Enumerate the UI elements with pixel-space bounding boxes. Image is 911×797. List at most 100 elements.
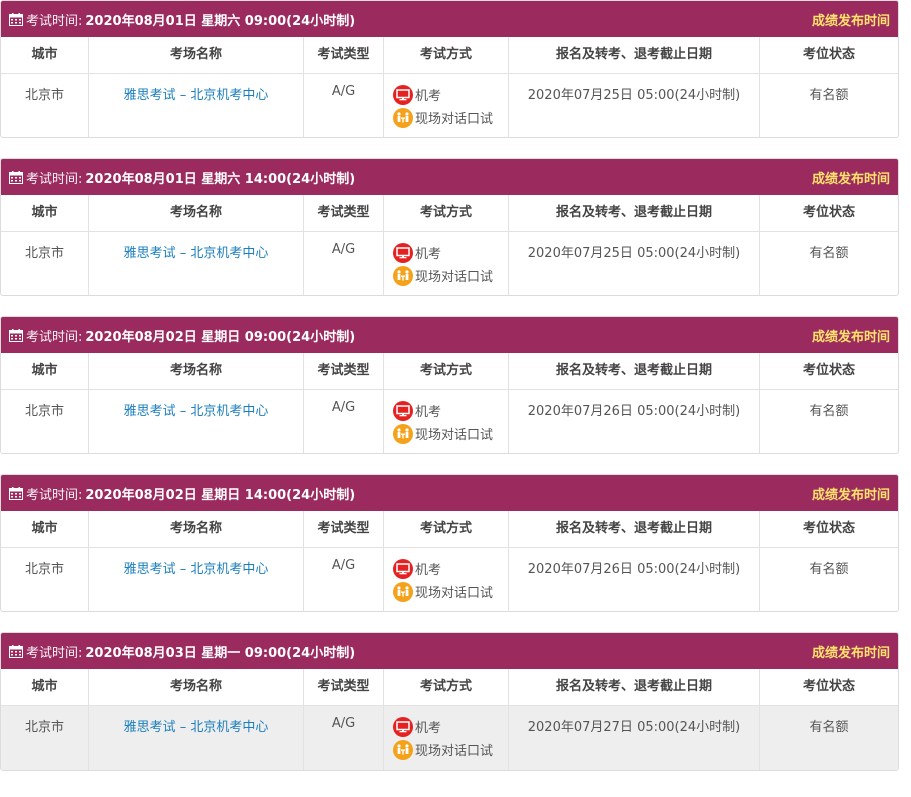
column-header-city: 城市 (1, 195, 89, 231)
deadline-cell: 2020年07月26日 05:00(24小时制) (509, 390, 760, 453)
deadline-cell: 2020年07月27日 05:00(24小时制) (509, 706, 760, 770)
exam-time-label: 考试时间: (26, 13, 83, 29)
column-header-status: 考位状态 (802, 47, 855, 62)
computer-mode: 机考 (393, 241, 508, 264)
exam-type-cell: A/G (304, 390, 384, 453)
column-header-city: 城市 (1, 353, 89, 389)
venue-cell: 雅思考试 – 北京机考中心 (89, 232, 304, 295)
exam-session-card: 考试时间: 2020年08月02日 星期日 14:00(24小时制) 成绩发布时… (0, 474, 899, 612)
session-header: 考试时间: 2020年08月01日 星期六 14:00(24小时制) 成绩发布时… (1, 159, 898, 195)
computer-icon (393, 400, 413, 421)
computer-mode: 机考 (393, 399, 508, 422)
column-header-mode: 考试方式 (384, 511, 509, 547)
seat-status-cell: 有名额 (809, 88, 849, 103)
computer-icon (393, 716, 413, 737)
venue-cell: 雅思考试 – 北京机考中心 (89, 706, 304, 770)
calendar-icon (9, 486, 23, 500)
column-header-type: 考试类型 (304, 511, 384, 547)
venue-link[interactable]: 雅思考试 – 北京机考中心 (124, 720, 269, 735)
column-header-city: 城市 (1, 37, 89, 73)
table-row: 北京市 雅思考试 – 北京机考中心 A/G 机考 现场对话口试 2020年07月… (1, 74, 898, 137)
table-row: 北京市 雅思考试 – 北京机考中心 A/G 机考 现场对话口试 2020年07月… (1, 548, 898, 611)
computer-mode-label: 机考 (415, 247, 442, 262)
column-header-status: 考位状态 (802, 363, 855, 378)
computer-icon (393, 558, 413, 579)
exam-time-label: 考试时间: (26, 487, 83, 503)
column-header-venue: 考场名称 (89, 353, 304, 389)
session-header: 考试时间: 2020年08月03日 星期一 09:00(24小时制) 成绩发布时… (1, 633, 898, 669)
exam-mode-cell: 机考 现场对话口试 (384, 232, 509, 295)
results-release-time-link[interactable]: 成绩发布时间 (812, 484, 890, 503)
exam-session-list: 考试时间: 2020年08月01日 星期六 09:00(24小时制) 成绩发布时… (0, 0, 899, 771)
table-header-row: 城市 考场名称 考试类型 考试方式 报名及转考、退考截止日期 考位状态 (1, 669, 898, 706)
speaking-test-icon (393, 581, 413, 602)
city-cell: 北京市 (1, 74, 89, 137)
table-header-row: 城市 考场名称 考试类型 考试方式 报名及转考、退考截止日期 考位状态 (1, 37, 898, 74)
deadline-cell: 2020年07月25日 05:00(24小时制) (509, 74, 760, 137)
exam-time-value: 2020年08月02日 星期日 14:00(24小时制) (85, 487, 356, 503)
table-header-row: 城市 考场名称 考试类型 考试方式 报名及转考、退考截止日期 考位状态 (1, 511, 898, 548)
exam-session-card: 考试时间: 2020年08月01日 星期六 09:00(24小时制) 成绩发布时… (0, 0, 899, 138)
speaking-mode-label: 现场对话口试 (415, 270, 494, 285)
speaking-mode: 现场对话口试 (393, 580, 508, 603)
venue-link[interactable]: 雅思考试 – 北京机考中心 (124, 404, 269, 419)
table-row: 北京市 雅思考试 – 北京机考中心 A/G 机考 现场对话口试 2020年07月… (1, 706, 898, 770)
exam-mode-cell: 机考 现场对话口试 (384, 390, 509, 453)
exam-time-value: 2020年08月01日 星期六 09:00(24小时制) (85, 13, 356, 29)
table-header-row: 城市 考场名称 考试类型 考试方式 报名及转考、退考截止日期 考位状态 (1, 195, 898, 232)
exam-time-label: 考试时间: (26, 645, 83, 661)
calendar-icon (9, 644, 23, 658)
column-header-deadline: 报名及转考、退考截止日期 (509, 669, 760, 705)
results-release-time-link[interactable]: 成绩发布时间 (812, 10, 890, 29)
results-release-time-link[interactable]: 成绩发布时间 (812, 168, 890, 187)
venue-link[interactable]: 雅思考试 – 北京机考中心 (124, 562, 269, 577)
exam-session-card: 考试时间: 2020年08月02日 星期日 09:00(24小时制) 成绩发布时… (0, 316, 899, 454)
column-header-status: 考位状态 (802, 521, 855, 536)
venue-link[interactable]: 雅思考试 – 北京机考中心 (124, 246, 269, 261)
computer-icon (393, 242, 413, 263)
deadline-cell: 2020年07月25日 05:00(24小时制) (509, 232, 760, 295)
speaking-mode: 现场对话口试 (393, 422, 508, 445)
column-header-city: 城市 (1, 511, 89, 547)
speaking-mode-label: 现场对话口试 (415, 744, 494, 759)
results-release-time-link[interactable]: 成绩发布时间 (812, 326, 890, 345)
exam-time-value: 2020年08月01日 星期六 14:00(24小时制) (85, 171, 356, 187)
calendar-icon (9, 12, 23, 26)
column-header-deadline: 报名及转考、退考截止日期 (509, 37, 760, 73)
column-header-type: 考试类型 (304, 37, 384, 73)
results-release-time-link[interactable]: 成绩发布时间 (812, 642, 890, 661)
exam-time-label: 考试时间: (26, 171, 83, 187)
exam-mode-cell: 机考 现场对话口试 (384, 548, 509, 611)
column-header-type: 考试类型 (304, 195, 384, 231)
speaking-test-icon (393, 107, 413, 128)
computer-mode-label: 机考 (415, 721, 442, 736)
column-header-mode: 考试方式 (384, 195, 509, 231)
seat-status-cell: 有名额 (809, 720, 849, 735)
computer-mode-label: 机考 (415, 89, 442, 104)
column-header-deadline: 报名及转考、退考截止日期 (509, 195, 760, 231)
speaking-mode: 现场对话口试 (393, 264, 508, 287)
exam-mode-cell: 机考 现场对话口试 (384, 706, 509, 770)
venue-link[interactable]: 雅思考试 – 北京机考中心 (124, 88, 269, 103)
city-cell: 北京市 (1, 390, 89, 453)
deadline-cell: 2020年07月26日 05:00(24小时制) (509, 548, 760, 611)
session-header: 考试时间: 2020年08月02日 星期日 14:00(24小时制) 成绩发布时… (1, 475, 898, 511)
exam-mode-cell: 机考 现场对话口试 (384, 74, 509, 137)
venue-cell: 雅思考试 – 北京机考中心 (89, 390, 304, 453)
column-header-venue: 考场名称 (89, 195, 304, 231)
exam-time-value: 2020年08月03日 星期一 09:00(24小时制) (85, 645, 356, 661)
computer-icon (393, 84, 413, 105)
speaking-test-icon (393, 423, 413, 444)
exam-type-cell: A/G (304, 232, 384, 295)
column-header-venue: 考场名称 (89, 669, 304, 705)
session-header: 考试时间: 2020年08月01日 星期六 09:00(24小时制) 成绩发布时… (1, 1, 898, 37)
column-header-type: 考试类型 (304, 353, 384, 389)
computer-mode: 机考 (393, 557, 508, 580)
speaking-mode: 现场对话口试 (393, 738, 508, 761)
exam-type-cell: A/G (304, 706, 384, 770)
speaking-mode-label: 现场对话口试 (415, 586, 494, 601)
calendar-icon (9, 328, 23, 342)
table-header-row: 城市 考场名称 考试类型 考试方式 报名及转考、退考截止日期 考位状态 (1, 353, 898, 390)
city-cell: 北京市 (1, 706, 89, 770)
column-header-deadline: 报名及转考、退考截止日期 (509, 511, 760, 547)
